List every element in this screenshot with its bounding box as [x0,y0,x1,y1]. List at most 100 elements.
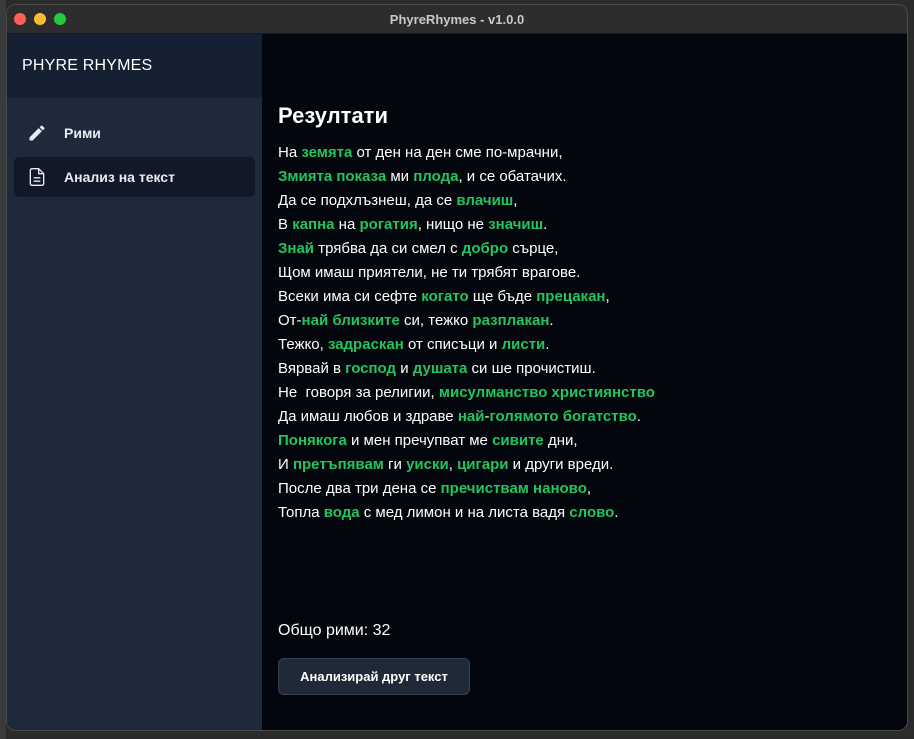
poem-text: дни, [543,432,578,449]
poem-line: В капна на рогатия, нищо не значиш. [278,213,655,237]
poem-text: от ден на ден сме по-мрачни, [352,144,563,161]
poem-line: После два три дена се пречиствам наново, [278,477,655,501]
poem-text: , [448,456,458,473]
poem-text: трябва да си смел с [314,240,462,257]
poem-text: , [586,480,592,497]
main-content: Резултати На земята от ден на ден сме по… [262,34,907,730]
poem-text: с мед лимон и на листа вадя [359,504,570,521]
poem-line: Всеки има си сефте когато ще бъде прецак… [278,285,655,309]
poem-line: И претъпявам ги уиски, цигари и други вр… [278,453,655,477]
rhyme-highlight: слово [569,504,615,521]
rhyme-highlight: капна [292,216,335,233]
rhyme-highlight: влачиш [456,192,514,209]
poem-text: Да имаш любов и здраве [278,408,458,425]
rhyme-highlight: прецакан [536,288,606,305]
rhyme-highlight: мисулманство християнство [438,384,655,401]
rhyme-highlight: пречиствам наново [440,480,587,497]
poem-text: Вярвай в [278,360,346,377]
poem-text: ще бъде [468,288,537,305]
poem-text: , [605,288,610,305]
rhyme-highlight: душата [412,360,468,377]
poem-text: . [543,216,548,233]
poem-text: Щом имаш приятели, не ти трябят врагове. [278,264,581,281]
poem-text: сърце, [508,240,559,257]
poem-text: , и се обатачих. [458,168,567,185]
sidebar-nav: Рими Анализ на текст [7,98,262,197]
poem-text: И [278,456,293,473]
poem-text: Не говоря за религии, [278,384,439,401]
poem-text: Всеки има си сефте [278,288,422,305]
rhyme-highlight: Змията показа [278,168,387,185]
poem-line: От-най близките си, тежко разплакан. [278,309,655,333]
poem-line: Топла вода с мед лимон и на листа вадя с… [278,501,655,525]
analyzed-text: На земята от ден на ден сме по-мрачни, Зм… [278,141,655,525]
title-bar[interactable]: PhyreRhymes - v1.0.0 [7,5,907,34]
poem-line: Знай трябва да си смел с добро сърце, [278,237,655,261]
app-window: PhyreRhymes - v1.0.0 PHYRE RHYMES Рими А… [6,4,908,731]
window-title: PhyreRhymes - v1.0.0 [389,12,525,27]
poem-text: В [278,216,293,233]
document-icon [25,165,49,189]
poem-text: . [614,504,619,521]
sidebar-item-label: Рими [64,125,101,141]
poem-text: , нищо не [417,216,489,233]
poem-text: , [513,192,518,209]
rhyme-highlight: значиш [488,216,544,233]
poem-line: Да се подхлъзнеш, да се влачиш, [278,189,655,213]
rhyme-highlight: листи [501,336,546,353]
rhyme-highlight: претъпявам [292,456,384,473]
poem-text: и [396,360,413,377]
poem-text: ги [383,456,407,473]
poem-text: ми [386,168,414,185]
rhyme-highlight: когато [421,288,469,305]
poem-line: Вярвай в господ и душата си ше прочистиш… [278,357,655,381]
sidebar-item-rhymes[interactable]: Рими [14,113,255,153]
poem-text: На [278,144,302,161]
brand-logo: PHYRE RHYMES [7,34,262,98]
poem-line: Понякога и мен пречупват ме сивите дни, [278,429,655,453]
rhyme-highlight: плода [413,168,459,185]
rhyme-highlight: най [457,408,485,425]
poem-text: и мен пречупват ме [346,432,493,449]
poem-text: . [545,336,550,353]
poem-text: . [549,312,554,329]
total-rhymes-count: Общо рими: 32 [278,622,391,639]
poem-text: си ше прочистиш. [467,360,596,377]
rhyme-highlight: Знай [278,240,315,257]
rhyme-highlight: разплакан [472,312,550,329]
poem-line: Не говоря за религии, мисулманство христ… [278,381,655,405]
rhyme-highlight: задраскан [327,336,404,353]
poem-text: После два три дена се [278,480,441,497]
poem-text: и други вреди. [508,456,614,473]
rhyme-highlight: земята [301,144,353,161]
poem-line: Тежко, задраскан от списъци и листи. [278,333,655,357]
poem-line: На земята от ден на ден сме по-мрачни, [278,141,655,165]
poem-text: . [636,408,641,425]
poem-text: на [334,216,360,233]
rhyme-highlight: рогатия [359,216,418,233]
page-title: Резултати [278,103,388,128]
poem-text: Да се подхлъзнеш, да се [278,192,457,209]
poem-line: Змията показа ми плода, и се обатачих. [278,165,655,189]
sidebar: PHYRE RHYMES Рими Анализ на текст [7,34,262,730]
rhyme-highlight: най близките [301,312,400,329]
sidebar-item-label: Анализ на текст [64,169,175,185]
rhyme-highlight: сивите [492,432,544,449]
pencil-icon [25,121,49,145]
rhyme-highlight: Понякога [278,432,347,449]
rhyme-highlight: господ [345,360,397,377]
analyze-another-text-button[interactable]: Анализирай друг текст [278,658,470,695]
rhyme-highlight: вода [323,504,360,521]
poem-line: Щом имаш приятели, не ти трябят врагове. [278,261,655,285]
rhyme-highlight: добро [461,240,509,257]
poem-text: От- [278,312,302,329]
rhyme-highlight: цигари [457,456,509,473]
poem-text: от списъци и [403,336,502,353]
poem-line: Да имаш любов и здраве най-голямото бога… [278,405,655,429]
poem-text: Тежко, [278,336,328,353]
sidebar-item-text-analysis[interactable]: Анализ на текст [14,157,255,197]
rhyme-highlight: голямото богатство [489,408,637,425]
rhyme-highlight: уиски [406,456,449,473]
poem-text: Топла [278,504,324,521]
poem-text: си, тежко [399,312,473,329]
